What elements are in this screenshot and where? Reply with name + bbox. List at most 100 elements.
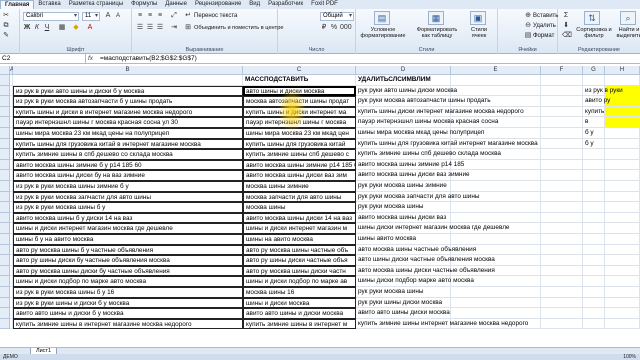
- cell[interactable]: [605, 318, 640, 330]
- massubstitute-result-cell[interactable]: шины и диски интернет магазин м: [243, 223, 356, 234]
- massubstitute-result-cell[interactable]: авто шины и диски москва: [243, 85, 356, 97]
- row-header[interactable]: [0, 85, 10, 97]
- cell[interactable]: [605, 138, 640, 150]
- cell[interactable]: [541, 85, 583, 97]
- tab-data[interactable]: Данные: [161, 0, 191, 9]
- cell[interactable]: [605, 255, 640, 266]
- stopword-cell[interactable]: б у: [583, 128, 605, 139]
- tab-home[interactable]: Главная: [0, 0, 35, 9]
- cell[interactable]: [451, 297, 541, 309]
- cut-icon[interactable]: ✂: [2, 12, 10, 20]
- tab-foxit-pdf[interactable]: Foxit PDF: [307, 0, 342, 9]
- stopword-cell[interactable]: из рук в руки: [583, 85, 623, 97]
- tab-formulas[interactable]: Формулы: [127, 0, 161, 9]
- cell[interactable]: [605, 159, 640, 171]
- stopword-cell[interactable]: [583, 159, 605, 171]
- column-header-e[interactable]: E: [451, 66, 541, 75]
- column-header-f[interactable]: F: [541, 66, 583, 75]
- bold-icon[interactable]: Ж: [23, 24, 31, 32]
- format-as-table-button[interactable]: Форматировать как таблицу: [412, 27, 462, 39]
- remove-words-result-cell[interactable]: рук руки шины диски москва: [356, 297, 451, 309]
- remove-words-result-cell[interactable]: авито москва шины зимние р14 185: [356, 159, 464, 171]
- remove-words-result-cell[interactable]: шины мира москва мкад цены полуприцеп: [356, 128, 484, 139]
- copy-icon[interactable]: ⧉: [2, 22, 10, 30]
- italic-icon[interactable]: К: [33, 24, 41, 32]
- align-bottom-icon[interactable]: ≡: [156, 12, 164, 20]
- remove-words-result-cell[interactable]: шины авито москва: [356, 234, 451, 245]
- remove-words-result-cell[interactable]: авто шины диски частные объявления москв…: [356, 255, 495, 266]
- stopword-cell[interactable]: [583, 149, 605, 160]
- massubstitute-result-cell[interactable]: шины мира москва 23 км мкад цен: [243, 128, 356, 139]
- remove-words-result-cell[interactable]: авито москва шины диски ваз зимние: [356, 170, 470, 181]
- cell[interactable]: [605, 234, 640, 245]
- stopword-cell[interactable]: [583, 170, 605, 181]
- tab-developer[interactable]: Разработчик: [264, 0, 307, 9]
- row-header[interactable]: [0, 212, 10, 224]
- column-header-g[interactable]: G: [583, 66, 605, 75]
- font-name-select[interactable]: Calibri: [23, 12, 79, 21]
- format-cells-icon[interactable]: ▤: [524, 32, 532, 40]
- remove-words-result-cell[interactable]: рук руки москва запчасти для авто шины: [356, 191, 479, 203]
- massubstitute-result-cell[interactable]: шины и диски подбор по марке ав: [243, 276, 356, 287]
- massubstitute-result-cell[interactable]: купить зимние шины спб дешево с: [243, 149, 356, 160]
- cell[interactable]: [605, 75, 640, 86]
- source-phrase-cell[interactable]: купить зимние шины в интернет магазине м…: [13, 318, 243, 330]
- tab-page-layout[interactable]: Разметка страницы: [65, 0, 127, 9]
- source-phrase-cell[interactable]: авто ру москва шины б у частные объявлен…: [13, 244, 243, 256]
- massubstitute-result-cell[interactable]: москва автозапчасти шины продат: [243, 96, 356, 107]
- cell[interactable]: [541, 244, 583, 256]
- cell[interactable]: [451, 234, 541, 245]
- remove-words-result-cell[interactable]: авито москва шины диски ваз: [356, 212, 451, 224]
- column-header-b[interactable]: B: [13, 66, 243, 75]
- stopword-cell[interactable]: [583, 308, 605, 319]
- massubstitute-result-cell[interactable]: москва запчасти для авто шины: [243, 191, 356, 203]
- source-phrase-cell[interactable]: из рук в руки москва шины б у: [13, 202, 243, 213]
- row-header[interactable]: [0, 265, 10, 277]
- source-phrase-cell[interactable]: купить шины и диски в интернет магазине …: [13, 106, 243, 118]
- tab-view[interactable]: Вид: [245, 0, 264, 9]
- row-header[interactable]: [0, 244, 10, 256]
- cell[interactable]: [541, 223, 583, 234]
- name-box[interactable]: C2: [0, 54, 86, 64]
- format-button[interactable]: Формат: [533, 32, 554, 40]
- cell[interactable]: [605, 181, 640, 192]
- cell[interactable]: [541, 96, 583, 107]
- indent-icon[interactable]: ⇥: [170, 24, 178, 32]
- header-cell-massubstitute[interactable]: МАССПОДСТАВИТЬ: [243, 75, 356, 86]
- stopword-cell[interactable]: [583, 276, 605, 287]
- row-header[interactable]: [0, 96, 10, 107]
- align-top-icon[interactable]: ≡: [136, 12, 144, 20]
- source-phrase-cell[interactable]: шины и диски интернет магазин москва где…: [13, 223, 243, 234]
- cell-styles-button[interactable]: Стили ячеек: [464, 27, 494, 39]
- stopword-cell[interactable]: [583, 223, 605, 234]
- shrink-font-icon[interactable]: A: [114, 12, 122, 20]
- remove-words-result-cell[interactable]: рук руки москва шины зимние: [356, 181, 451, 192]
- row-header[interactable]: [0, 202, 10, 213]
- source-phrase-cell[interactable]: из рук в руки москва запчасти для авто ш…: [13, 191, 243, 203]
- header-cell-remove-words[interactable]: УДАЛИТЬСЛСИМВЛИМ: [356, 75, 451, 86]
- merge-icon[interactable]: ⊞: [184, 24, 192, 32]
- stopword-cell[interactable]: [583, 265, 605, 277]
- cell[interactable]: [451, 287, 541, 298]
- remove-words-result-cell[interactable]: рук руки москва шины: [356, 287, 451, 298]
- source-phrase-cell[interactable]: купить зимние шины в спб дешево со склад…: [13, 149, 243, 160]
- column-header-c[interactable]: C: [243, 66, 356, 75]
- stopword-cell[interactable]: авито ру: [583, 96, 610, 107]
- remove-words-result-cell[interactable]: рук руки москва автозапчасти шины продат…: [356, 96, 491, 107]
- cell[interactable]: [605, 202, 640, 213]
- source-phrase-cell[interactable]: авито москва шины б у диски 14 на ваз: [13, 212, 243, 224]
- cell[interactable]: [541, 191, 583, 203]
- cell[interactable]: [541, 202, 583, 213]
- stopword-cell[interactable]: [583, 255, 605, 266]
- massubstitute-result-cell[interactable]: авто ру москва шины диски частн: [243, 265, 356, 277]
- cell[interactable]: [605, 223, 640, 234]
- cell[interactable]: [451, 308, 541, 319]
- fx-icon[interactable]: fx: [88, 54, 100, 64]
- number-format-select[interactable]: Общий: [320, 12, 354, 21]
- row-header[interactable]: [0, 106, 10, 118]
- remove-words-result-cell[interactable]: рук руки москва шины: [356, 202, 451, 213]
- remove-words-result-cell[interactable]: рук руки авто шины диски москва: [356, 85, 457, 97]
- cell[interactable]: [451, 202, 541, 213]
- remove-words-result-cell[interactable]: купить зимние шины спб дешево склада мос…: [356, 149, 501, 160]
- massubstitute-result-cell[interactable]: москва шины зимние: [243, 181, 356, 192]
